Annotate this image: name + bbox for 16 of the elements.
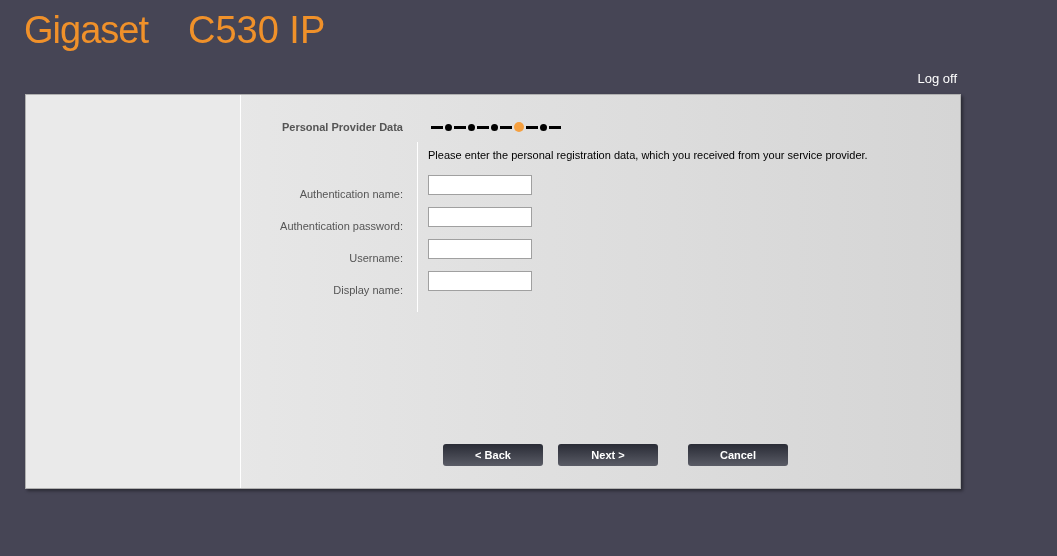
model-title: C530 IP <box>187 8 326 53</box>
wizard-title: Personal Provider Data <box>280 120 403 135</box>
field-label: Username: <box>348 250 403 266</box>
brand-logo: Gigaset <box>24 8 148 53</box>
wizard-button[interactable]: < Back <box>443 444 543 466</box>
field-label: Authentication name: <box>298 186 403 202</box>
input-field[interactable] <box>428 238 532 259</box>
logoff-link[interactable]: Log off <box>917 69 957 89</box>
input-field[interactable] <box>428 206 532 227</box>
wizard-button[interactable]: Cancel <box>688 444 788 466</box>
wizard-button[interactable]: Next > <box>558 444 658 466</box>
input-field[interactable] <box>428 270 532 291</box>
field-label: Authentication password: <box>279 218 403 234</box>
input-field[interactable] <box>428 174 532 195</box>
instruction-text: Please enter the personal registration data, which you received from your service provider. <box>428 147 869 163</box>
field-label: Display name: <box>332 282 403 298</box>
